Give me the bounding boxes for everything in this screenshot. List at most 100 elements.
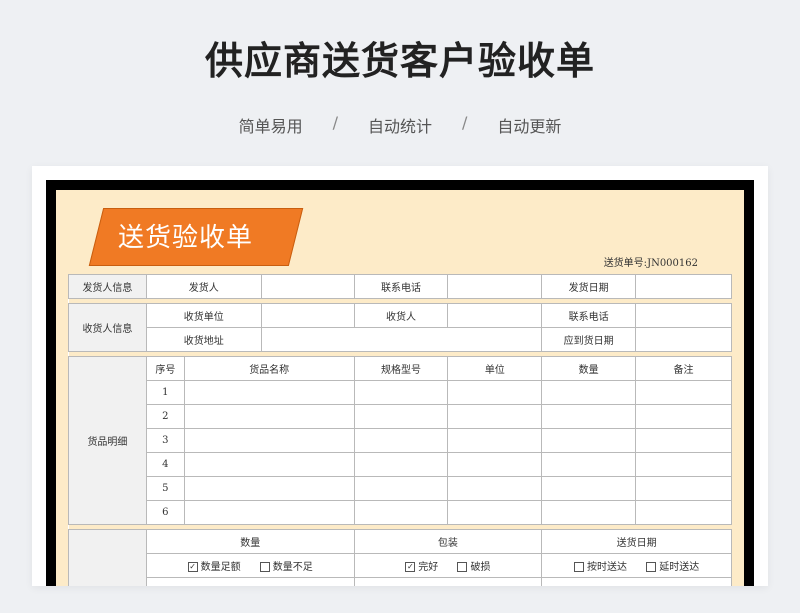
option-delayed[interactable]: 延时送达 — [646, 561, 700, 573]
option-on-time[interactable]: 按时送达 — [574, 561, 628, 573]
option-label: 完好 — [418, 562, 439, 573]
unit-cell[interactable] — [447, 452, 543, 477]
unit-cell[interactable] — [447, 428, 543, 453]
goods-name-cell[interactable] — [183, 476, 355, 501]
sheet-frame: 送货验收单 送货单号:JN000162 发货人信息 发货人 联系电话 发货日期 — [46, 180, 754, 586]
spec-cell[interactable] — [353, 404, 449, 429]
checkbox-checked[interactable]: ✓ — [187, 561, 198, 572]
page-title: 供应商送货客户验收单 — [204, 39, 595, 83]
column-header: 货品名称 — [183, 356, 355, 381]
sender-phone-field[interactable] — [447, 274, 543, 299]
column-header: 规格型号 — [353, 356, 449, 381]
receiver-section-label: 收货人信息 — [68, 303, 147, 352]
qty-cell[interactable] — [541, 404, 637, 429]
unit-cell[interactable] — [447, 404, 543, 429]
goods-section-label: 货品明细 — [68, 356, 147, 525]
qty-cell[interactable] — [541, 380, 637, 405]
checkbox[interactable] — [574, 561, 585, 572]
goods-name-cell[interactable] — [183, 428, 355, 453]
checkbox[interactable] — [646, 561, 657, 572]
note-cell[interactable] — [635, 476, 732, 501]
table-row: 4 — [69, 452, 732, 477]
qty-cell[interactable] — [541, 500, 637, 525]
spec-cell[interactable] — [353, 452, 449, 477]
column-header: 数量 — [541, 356, 637, 381]
checkbox-checked[interactable]: ✓ — [405, 561, 416, 572]
sender-label: 发货人 — [145, 274, 262, 299]
option-damaged[interactable]: 破损 — [457, 561, 491, 573]
option-label: 数量足额 — [200, 562, 241, 573]
address-label: 收货地址 — [145, 327, 262, 352]
row-index: 4 — [145, 452, 185, 477]
tagline-item: 自动更新 — [497, 117, 562, 136]
qty-cell[interactable] — [541, 452, 637, 477]
row-index: 3 — [145, 428, 185, 453]
ship-date-label: 发货日期 — [541, 274, 637, 299]
check-group-options: ✓ 完好 破损 — [353, 553, 543, 578]
receiver-unit-field[interactable] — [260, 303, 355, 328]
column-header: 单位 — [447, 356, 543, 381]
table-row: 2 — [69, 404, 732, 429]
note-cell[interactable] — [635, 452, 732, 477]
check-group-options: ✓ 数量足额 数量不足 — [145, 553, 355, 578]
table-row: 5 — [69, 476, 732, 501]
spec-cell[interactable] — [353, 476, 449, 501]
tagline: 简单易用 / 自动统计 / 自动更新 — [0, 113, 800, 137]
option-label: 破损 — [470, 562, 491, 573]
receiver-label: 收货人 — [353, 303, 449, 328]
unit-cell[interactable] — [447, 380, 543, 405]
order-number-label: 送货单号: — [603, 258, 648, 269]
goods-name-cell[interactable] — [183, 404, 355, 429]
due-date-field[interactable] — [635, 327, 732, 352]
goods-name-cell[interactable] — [183, 452, 355, 477]
tagline-separator: / — [462, 113, 468, 132]
note-cell[interactable] — [635, 404, 732, 429]
tagline-item: 自动统计 — [367, 117, 432, 136]
option-sufficient[interactable]: ✓ 数量足额 — [187, 561, 241, 573]
spec-cell[interactable] — [353, 428, 449, 453]
goods-name-cell[interactable] — [183, 500, 355, 525]
empty-cell — [145, 577, 355, 586]
spec-cell[interactable] — [353, 500, 449, 525]
option-insufficient[interactable]: 数量不足 — [259, 561, 313, 573]
check-group-title: 包装 — [353, 529, 543, 554]
due-date-label: 应到货日期 — [541, 327, 637, 352]
row-index: 2 — [145, 404, 185, 429]
empty-cell — [353, 577, 543, 586]
row-index: 6 — [145, 500, 185, 525]
sender-field[interactable] — [260, 274, 355, 299]
preview-card: 送货验收单 送货单号:JN000162 发货人信息 发货人 联系电话 发货日期 — [32, 166, 768, 586]
row-index: 5 — [145, 476, 185, 501]
qty-cell[interactable] — [541, 428, 637, 453]
banner-title: 送货验收单 — [118, 223, 254, 253]
receiver-field[interactable] — [447, 303, 543, 328]
table-row: 1 — [69, 380, 732, 405]
note-cell[interactable] — [635, 500, 732, 525]
note-cell[interactable] — [635, 380, 732, 405]
unit-cell[interactable] — [447, 476, 543, 501]
empty-cell — [541, 577, 732, 586]
unit-cell[interactable] — [447, 500, 543, 525]
spec-cell[interactable] — [353, 380, 449, 405]
checkbox[interactable] — [259, 561, 270, 572]
receiver-phone-field[interactable] — [635, 303, 732, 328]
check-group-title: 数量 — [145, 529, 355, 554]
goods-name-cell[interactable] — [183, 380, 355, 405]
delivery-form-table: 发货人信息 发货人 联系电话 发货日期 收货人信息 收货单位 收货人 联系电话 — [68, 274, 732, 586]
ship-date-field[interactable] — [635, 274, 732, 299]
option-label: 按时送达 — [587, 562, 628, 573]
option-label: 数量不足 — [272, 562, 313, 573]
option-intact[interactable]: ✓ 完好 — [405, 561, 439, 573]
inspection-section-label — [68, 529, 147, 586]
column-header: 备注 — [635, 356, 732, 381]
option-label: 延时送达 — [659, 562, 700, 573]
table-row: 6 — [69, 500, 732, 525]
order-number-value: JN000162 — [647, 258, 698, 269]
receiver-unit-label: 收货单位 — [145, 303, 262, 328]
checkbox[interactable] — [457, 561, 468, 572]
address-field[interactable] — [260, 327, 543, 352]
note-cell[interactable] — [635, 428, 732, 453]
sender-section-label: 发货人信息 — [68, 274, 147, 299]
qty-cell[interactable] — [541, 476, 637, 501]
sender-phone-label: 联系电话 — [353, 274, 449, 299]
